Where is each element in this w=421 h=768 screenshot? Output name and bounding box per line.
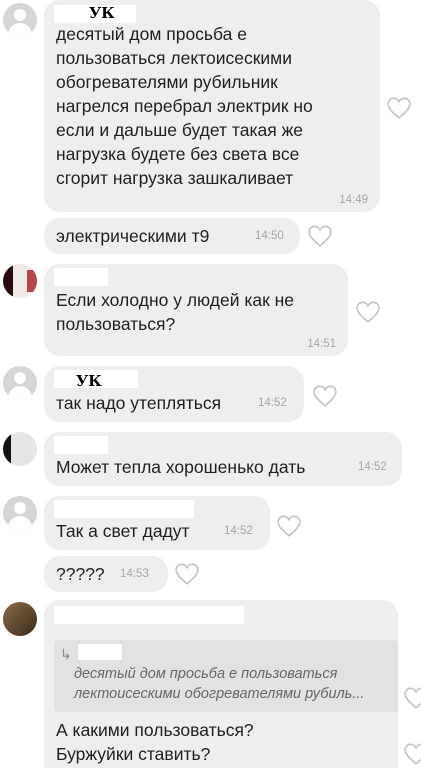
message-text: А какими пользоваться? Буржуйки ставить?	[56, 720, 254, 764]
message-bubble[interactable]: ????? 14:53	[44, 556, 168, 592]
message-text: Может тепла хорошенько дать	[56, 457, 306, 477]
avatar[interactable]	[3, 496, 37, 530]
avatar[interactable]	[3, 602, 37, 636]
avatar[interactable]	[3, 264, 37, 298]
message-time: 14:49	[339, 194, 368, 206]
message-text: электрическими т9	[56, 226, 210, 246]
like-heart-icon[interactable]	[386, 96, 412, 120]
message-bubble[interactable]: Если холодно у людей как не пользоваться…	[44, 264, 348, 356]
message-time: 14:52	[224, 525, 253, 537]
like-heart-icon[interactable]	[276, 514, 302, 538]
message-bubble[interactable]: УК так надо утепляться 14:52	[44, 366, 304, 422]
message-time: 14:53	[120, 568, 149, 580]
like-heart-icon[interactable]	[355, 300, 381, 324]
sender-name: УК	[76, 372, 102, 390]
message-text: Так а свет дадут	[56, 521, 190, 541]
avatar[interactable]	[3, 366, 37, 400]
like-heart-icon[interactable]	[312, 384, 338, 408]
reply-quote-line: десятый дом просьба е пользоваться	[74, 666, 338, 682]
message-bubble[interactable]: Так а свет дадут 14:52	[44, 496, 270, 550]
reply-quote-line: лектоисескими обогревателями рубиль...	[74, 686, 365, 702]
like-heart-icon[interactable]	[403, 742, 421, 766]
message-time: 14:52	[358, 461, 387, 473]
reply-quote[interactable]: ↳ десятый дом просьба е пользоваться лек…	[54, 640, 398, 712]
message-bubble[interactable]: УК десятый дом просьба е пользоваться ле…	[44, 0, 380, 212]
message-time: 14:51	[307, 338, 336, 350]
message-text: десятый дом просьба е пользоваться лекто…	[56, 24, 313, 188]
avatar[interactable]	[3, 432, 37, 466]
sender-name: УК	[89, 4, 115, 22]
message-time: 14:52	[258, 397, 287, 409]
message-bubble[interactable]: Может тепла хорошенько дать 14:52	[44, 432, 402, 486]
like-heart-icon[interactable]	[307, 224, 333, 248]
message-bubble[interactable]: электрическими т9 14:50	[44, 218, 300, 254]
message-bubble[interactable]: ↳ десятый дом просьба е пользоваться лек…	[44, 600, 398, 768]
reply-arrow-icon: ↳	[60, 646, 72, 662]
message-text: так надо утепляться	[56, 393, 222, 413]
message-time: 14:50	[255, 230, 284, 242]
avatar[interactable]	[3, 3, 37, 37]
message-text: Если холодно у людей как не пользоваться…	[56, 290, 295, 334]
like-heart-icon[interactable]	[403, 686, 421, 710]
like-heart-icon[interactable]	[174, 562, 200, 586]
message-text: ?????	[56, 564, 105, 584]
